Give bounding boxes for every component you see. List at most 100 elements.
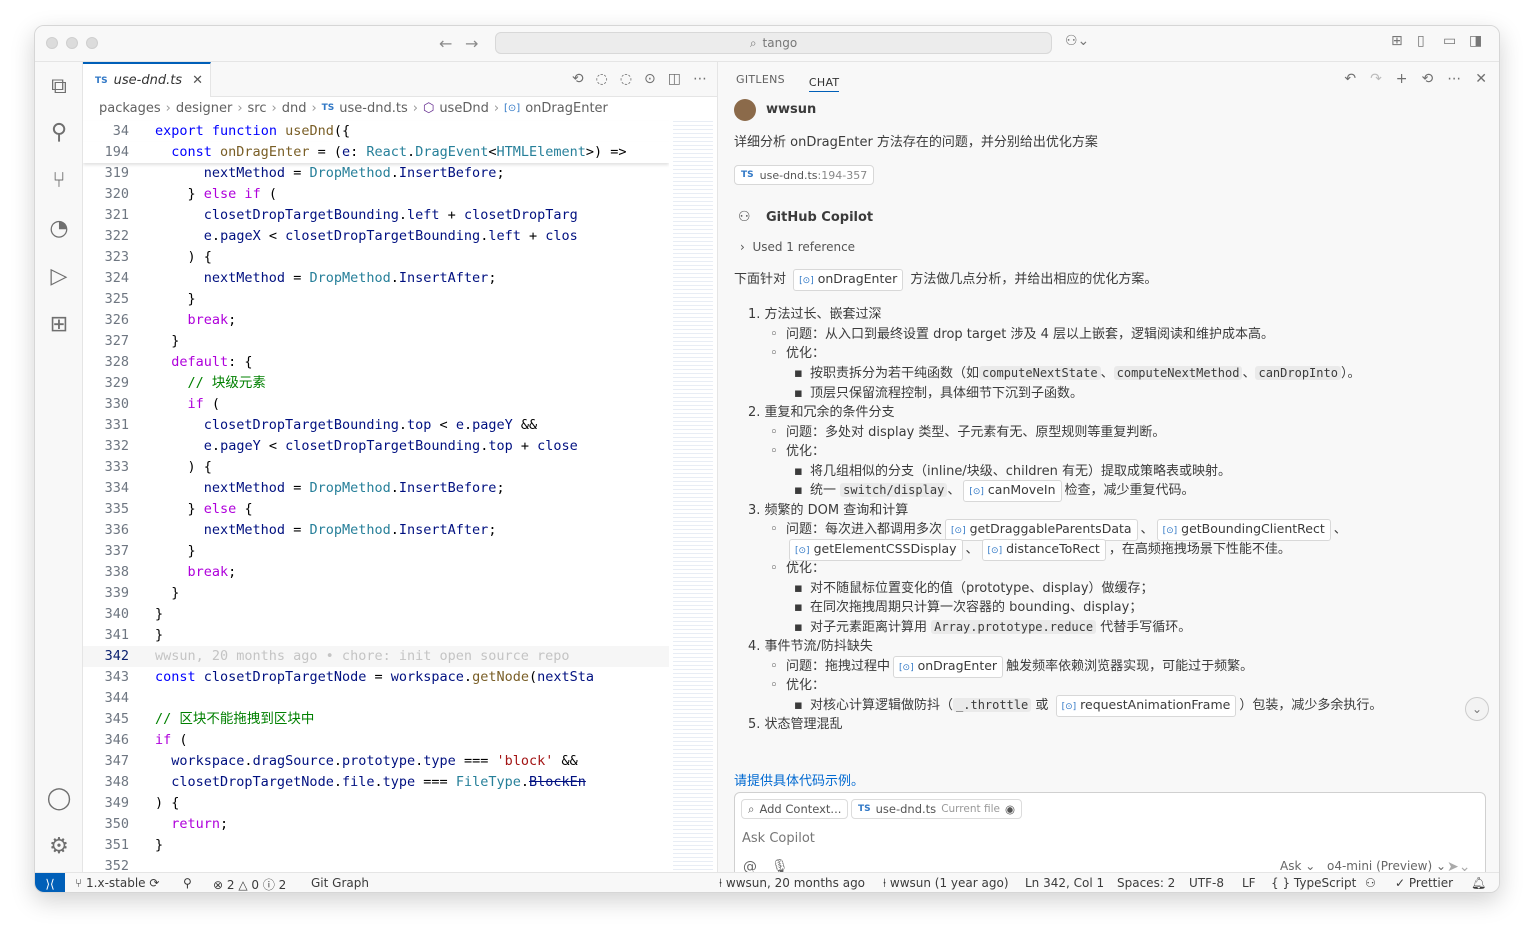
code-line[interactable]: 342 wwsun, 20 months ago • chore: init op… (83, 646, 669, 667)
code-line[interactable]: 341} (83, 625, 669, 646)
gitlens-icon[interactable]: ◔ (35, 208, 83, 248)
back-arrow-icon[interactable]: ← (439, 34, 452, 53)
code-line[interactable]: 332 e.pageY < closetDropTargetBounding.t… (83, 436, 669, 457)
undo-icon[interactable]: ↶ (1344, 71, 1356, 87)
indentation-status[interactable]: Spaces: 2 (1117, 876, 1175, 890)
close-tab-icon[interactable]: ✕ (192, 73, 203, 88)
code-line[interactable]: 338 break; (83, 562, 669, 583)
breadcrumb-symbol[interactable]: onDragEnter (525, 101, 608, 116)
remote-indicator-icon[interactable]: ⟩⟨ (35, 873, 65, 892)
used-references-toggle[interactable]: › Used 1 reference (740, 240, 855, 254)
close-window-button[interactable] (46, 37, 58, 49)
code-line[interactable]: 34 export function useDnd({ (83, 121, 669, 142)
code-line[interactable]: 345 // 区块不能拖拽到区块中 (83, 709, 669, 730)
code-line[interactable]: 322 e.pageX < closetDropTargetBounding.l… (83, 226, 669, 247)
minimap[interactable] (673, 119, 713, 872)
code-line[interactable]: 344 (83, 688, 669, 709)
more-actions-icon[interactable]: ⋯ (1447, 71, 1461, 87)
tab-chat[interactable]: CHAT (808, 68, 840, 92)
toggle-sidebar-icon[interactable]: ▯ (1417, 33, 1425, 49)
gitlens-status-icon[interactable]: ⚲ (183, 876, 192, 890)
current-file-chip[interactable]: TS use-dnd.ts Current file ◉ (851, 799, 1022, 819)
command-center-search[interactable]: ⌕ tango (495, 32, 1052, 54)
blame-status[interactable]: ⍿ wwsun, 20 months ago (719, 876, 865, 891)
extensions-icon[interactable]: ⊞ (35, 304, 83, 344)
history-icon[interactable]: ⟲ (1422, 71, 1434, 87)
source-control-icon[interactable]: ⑂ (35, 160, 83, 200)
eye-icon[interactable]: ◉ (1005, 802, 1015, 816)
forward-arrow-icon[interactable]: → (465, 34, 478, 53)
code-line[interactable]: 339 } (83, 583, 669, 604)
breadcrumb-function[interactable]: useDnd (439, 101, 489, 116)
redo-icon[interactable]: ↷ (1370, 71, 1382, 87)
encoding-status[interactable]: UTF-8 (1189, 876, 1224, 890)
breadcrumb-designer[interactable]: designer (176, 101, 232, 116)
code-line[interactable]: 347 workspace.dragSource.prototype.type … (83, 751, 669, 772)
eol-status[interactable]: LF (1242, 876, 1256, 890)
more-actions-icon[interactable]: ⋯ (693, 71, 707, 87)
git-graph-button[interactable]: Git Graph (311, 876, 369, 890)
explorer-icon[interactable]: ⧉ (35, 66, 83, 106)
split-editor-icon[interactable]: ◫ (668, 71, 681, 87)
notifications-icon[interactable]: 🔔︎ (1471, 876, 1486, 890)
code-line[interactable]: 343 const closetDropTargetNode = workspac… (83, 667, 669, 688)
minimize-window-button[interactable] (66, 37, 78, 49)
code-line[interactable]: 346 if ( (83, 730, 669, 751)
code-line[interactable]: 340} (83, 604, 669, 625)
language-status[interactable]: { } TypeScript (1271, 876, 1356, 890)
code-line[interactable]: 331 closetDropTargetBounding.top < e.pag… (83, 415, 669, 436)
maximize-window-button[interactable] (86, 37, 98, 49)
git-commit-icon[interactable]: ⊙ (644, 71, 656, 87)
code-line[interactable]: 349) { (83, 793, 669, 814)
add-context-button[interactable]: ⌕ Add Context... (741, 799, 849, 819)
code-line[interactable]: 327 } (83, 331, 669, 352)
new-chat-icon[interactable]: + (1396, 71, 1408, 87)
breadcrumb-dnd[interactable]: dnd (282, 101, 307, 116)
file-reference-chip[interactable]: TS use-dnd.ts:194-357 (734, 165, 875, 185)
code-line[interactable]: 330 if ( (83, 394, 669, 415)
code-line[interactable]: 321 closetDropTargetBounding.left + clos… (83, 205, 669, 226)
code-line[interactable]: 325 } (83, 289, 669, 310)
next-change-icon[interactable]: ◌ (620, 71, 632, 87)
code-line[interactable]: 350 return; (83, 814, 669, 835)
code-line[interactable]: 351} (83, 835, 669, 856)
breadcrumb-file[interactable]: use-dnd.ts (339, 101, 407, 116)
prettier-status[interactable]: ✓ Prettier (1395, 876, 1453, 890)
run-debug-icon[interactable]: ▷ (35, 256, 83, 296)
code-line[interactable]: 335 } else { (83, 499, 669, 520)
breadcrumb-src[interactable]: src (248, 101, 267, 116)
code-line[interactable]: 333 ) { (83, 457, 669, 478)
tab-use-dnd[interactable]: TS use-dnd.ts ✕ (83, 62, 211, 97)
code-line[interactable]: 328 default: { (83, 352, 669, 373)
toggle-panel-icon[interactable]: ▭ (1443, 33, 1456, 49)
copilot-icon[interactable]: ⚇⌄ (1065, 33, 1089, 49)
toggle-secondary-sidebar-icon[interactable]: ◨ (1469, 33, 1482, 49)
open-changes-icon[interactable]: ⟲ (572, 71, 584, 87)
code-line[interactable]: 194 const onDragEnter = (e: React.DragEv… (83, 142, 669, 163)
copilot-status-icon[interactable]: ⚇ (1365, 876, 1376, 890)
previous-change-icon[interactable]: ◌ (596, 71, 608, 87)
code-line[interactable]: 326 break; (83, 310, 669, 331)
settings-gear-icon[interactable]: ⚙ (35, 826, 83, 866)
code-line[interactable]: 334 nextMethod = DropMethod.InsertBefore… (83, 478, 669, 499)
code-line[interactable]: 320 } else if ( (83, 184, 669, 205)
symbol-chip[interactable]: [⊙] onDragEnter (893, 656, 1004, 678)
author-status[interactable]: ⍿ wwsun (1 year ago) (883, 876, 1009, 891)
search-icon[interactable]: ⚲ (35, 112, 83, 152)
code-line[interactable]: 352 (83, 856, 669, 872)
customize-layout-icon[interactable]: ⊞ (1391, 33, 1403, 49)
code-line[interactable]: 323 ) { (83, 247, 669, 268)
code-line[interactable]: 329 // 块级元素 (83, 373, 669, 394)
close-panel-icon[interactable]: ✕ (1475, 71, 1487, 87)
follow-up-suggestion[interactable]: 请提供具体代码示例。 (734, 770, 864, 789)
symbol-chip[interactable]: [⊙] requestAnimationFrame (1055, 695, 1237, 717)
model-select[interactable]: o4-mini (Preview) ⌄ (1327, 859, 1446, 873)
branch-status[interactable]: ⑂ 1.x-stable ⟳ (75, 876, 159, 890)
code-line[interactable]: 348 closetDropTargetNode.file.type === F… (83, 772, 669, 793)
code-editor[interactable]: 34 export function useDnd({194 const onDr… (83, 119, 669, 872)
symbol-chip[interactable]: [⊙] onDragEnter (793, 269, 904, 291)
cursor-position[interactable]: Ln 342, Col 1 (1025, 876, 1104, 890)
chat-input[interactable]: Ask Copilot (742, 831, 815, 846)
code-line[interactable]: 336 nextMethod = DropMethod.InsertAfter; (83, 520, 669, 541)
code-line[interactable]: 319 nextMethod = DropMethod.InsertBefore… (83, 163, 669, 184)
